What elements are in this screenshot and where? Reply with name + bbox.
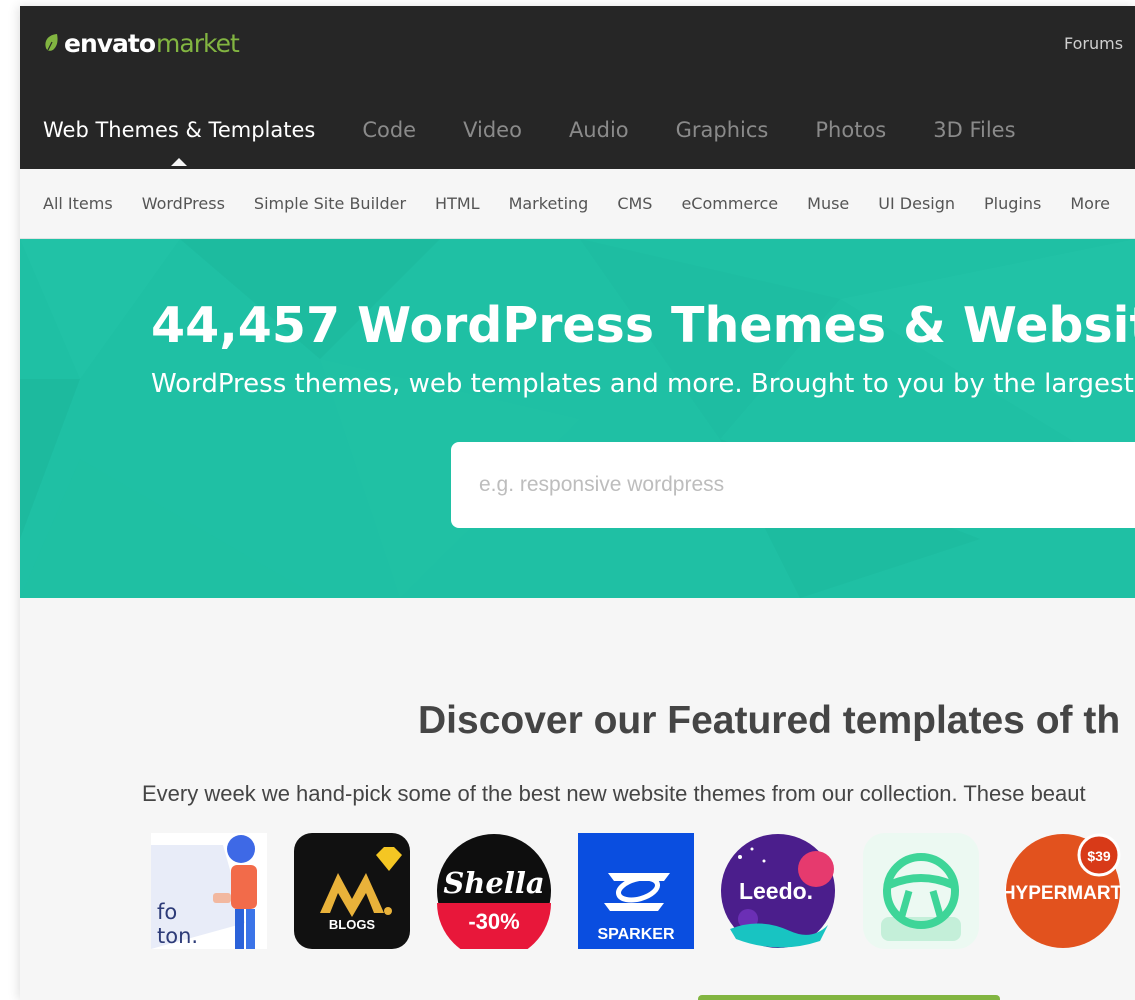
thumb-blogs[interactable]: BLOGS bbox=[294, 833, 410, 949]
blogs-text: BLOGS bbox=[329, 917, 376, 932]
subnav-simple-site-builder[interactable]: Simple Site Builder bbox=[254, 194, 406, 213]
category-video[interactable]: Video bbox=[463, 118, 522, 142]
leedo-text: Leedo. bbox=[739, 878, 813, 904]
subnav-ui-design[interactable]: UI Design bbox=[878, 194, 955, 213]
foton-text-2: ton. bbox=[157, 924, 198, 948]
hero-pattern bbox=[20, 239, 1135, 598]
hero-title: 44,457 WordPress Themes & Website Te bbox=[151, 297, 1135, 354]
shella-badge: -30% bbox=[468, 909, 519, 934]
hero-banner: 44,457 WordPress Themes & Website Te Wor… bbox=[20, 239, 1135, 598]
category-web-themes[interactable]: Web Themes & Templates bbox=[43, 118, 315, 166]
subnav-wordpress[interactable]: WordPress bbox=[142, 194, 225, 213]
search-input[interactable] bbox=[451, 442, 1135, 528]
subnav-cms[interactable]: CMS bbox=[617, 194, 652, 213]
hypermart-text: HYPERMART bbox=[1005, 883, 1121, 904]
category-3d-files[interactable]: 3D Files bbox=[933, 118, 1015, 142]
subnav-plugins[interactable]: Plugins bbox=[984, 194, 1041, 213]
subnav-all-items[interactable]: All Items bbox=[43, 194, 113, 213]
thumb-shella[interactable]: Shella -30% bbox=[436, 833, 552, 949]
leaf-icon bbox=[45, 34, 58, 51]
logo-market-text: market bbox=[156, 28, 240, 58]
category-graphics[interactable]: Graphics bbox=[676, 118, 769, 142]
envato-market-logo[interactable]: envato market bbox=[42, 26, 240, 60]
thumb-hypermart[interactable]: $39 HYPERMART bbox=[1005, 833, 1121, 949]
view-more-button[interactable] bbox=[698, 995, 1000, 1000]
subnav-more[interactable]: More bbox=[1070, 194, 1110, 213]
logo-brand-text: envato bbox=[64, 28, 156, 58]
category-audio[interactable]: Audio bbox=[569, 118, 629, 142]
featured-title: Discover our Featured templates of th bbox=[418, 699, 1121, 742]
thumb-leedo[interactable]: Leedo. bbox=[720, 833, 836, 949]
browser-page: envato market Forums Web Themes & Templa… bbox=[20, 6, 1135, 1000]
hero-subtitle: WordPress themes, web templates and more… bbox=[151, 369, 1134, 399]
thumb-sparker[interactable]: SPARKER bbox=[578, 833, 694, 949]
hypermart-price: $39 bbox=[1087, 848, 1111, 864]
featured-description: Every week we hand-pick some of the best… bbox=[142, 781, 1086, 806]
subnav-html[interactable]: HTML bbox=[435, 194, 480, 213]
shella-text: Shella bbox=[443, 866, 544, 900]
category-code[interactable]: Code bbox=[362, 118, 416, 142]
thumb-steering-wheel[interactable] bbox=[863, 833, 979, 949]
top-bar: envato market Forums Web Themes & Templa… bbox=[20, 6, 1135, 169]
subcategory-nav: All Items WordPress Simple Site Builder … bbox=[20, 169, 1135, 239]
subnav-muse[interactable]: Muse bbox=[807, 194, 849, 213]
subnav-ecommerce[interactable]: eCommerce bbox=[681, 194, 778, 213]
subnav-marketing[interactable]: Marketing bbox=[509, 194, 589, 213]
category-photos[interactable]: Photos bbox=[815, 118, 886, 142]
forums-link[interactable]: Forums bbox=[1064, 34, 1123, 53]
thumb-foton[interactable]: fo ton. bbox=[151, 833, 267, 949]
sparker-text: SPARKER bbox=[597, 926, 674, 943]
category-nav: Web Themes & Templates Code Video Audio … bbox=[20, 110, 1063, 166]
foton-text-1: fo bbox=[157, 900, 177, 924]
